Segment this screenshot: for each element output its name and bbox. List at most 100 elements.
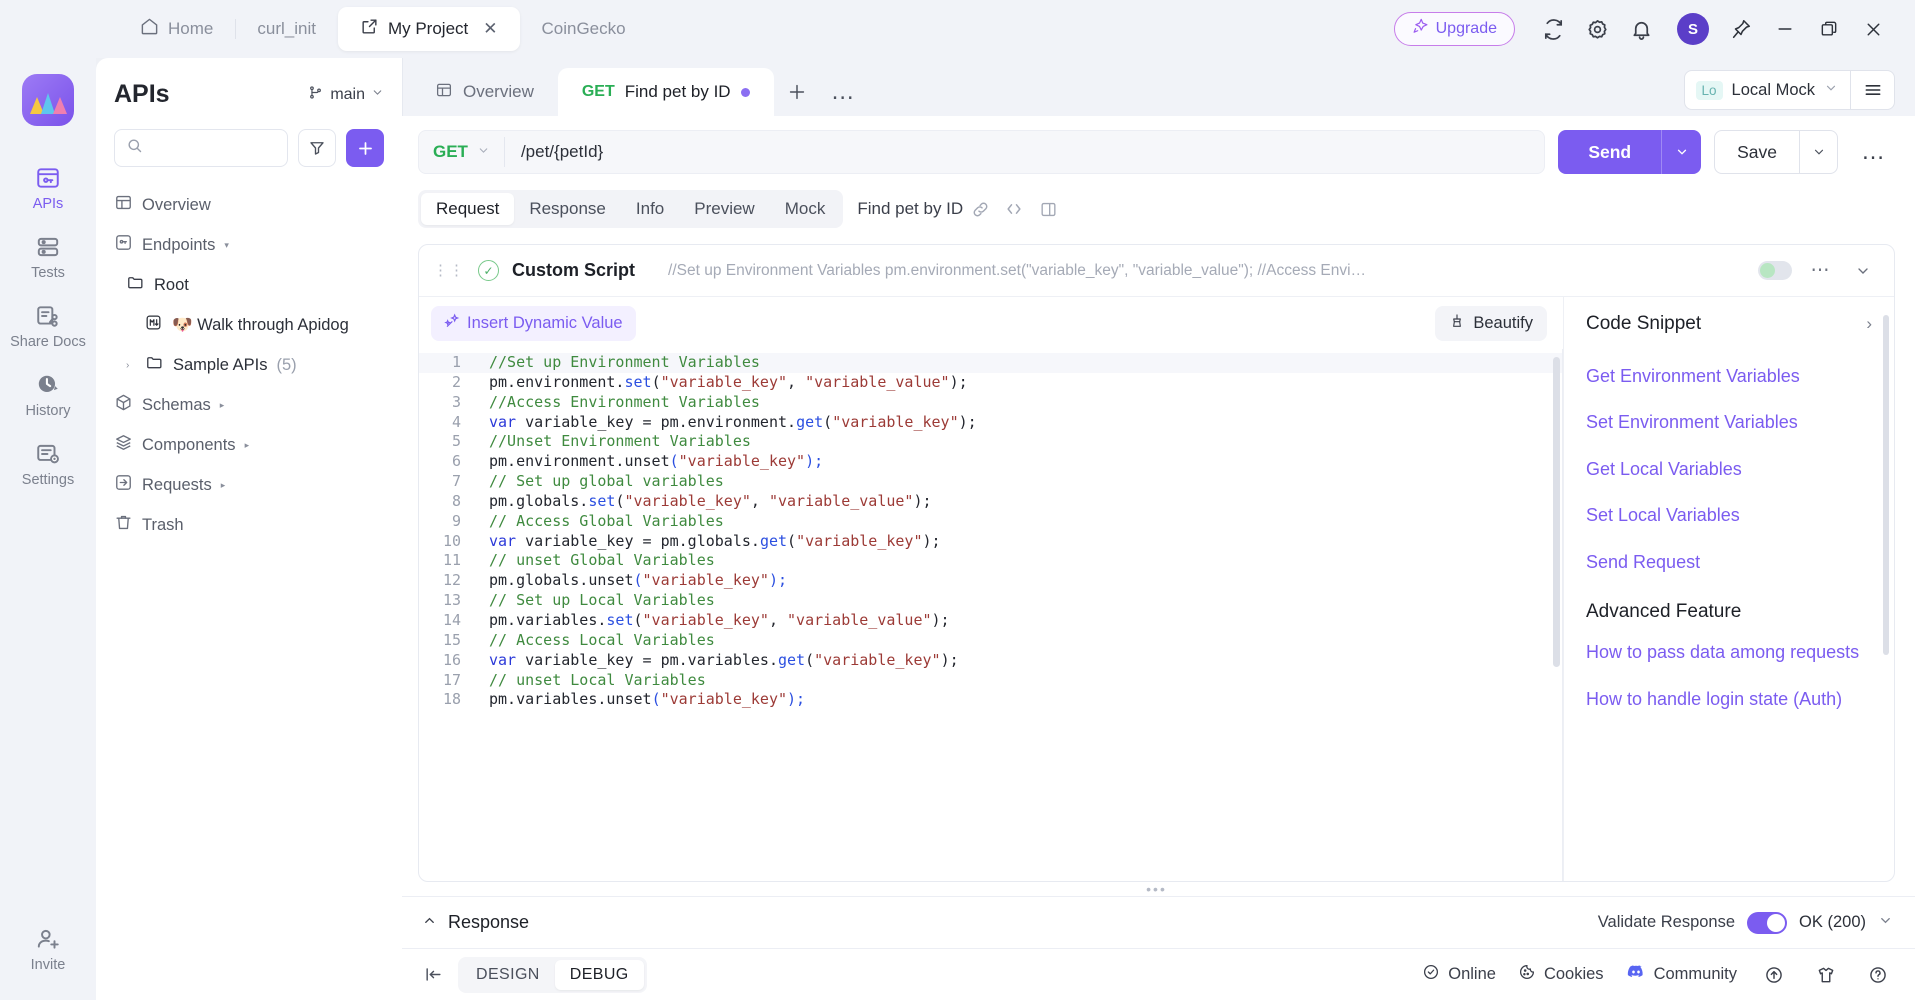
code-text[interactable]: var variable_key = pm.globals.get("varia…: [475, 532, 941, 552]
rail-item-invite[interactable]: Invite: [0, 917, 96, 986]
code-text[interactable]: pm.environment.set("variable_key", "vari…: [475, 373, 968, 393]
code-text[interactable]: //Access Environment Variables: [475, 393, 760, 413]
collapse-left-icon[interactable]: [416, 958, 450, 992]
send-button[interactable]: Send: [1558, 130, 1702, 174]
help-icon[interactable]: [1863, 960, 1893, 990]
environment-selector[interactable]: Lo Local Mock: [1683, 70, 1895, 110]
code-text[interactable]: // Set up global variables: [475, 472, 724, 492]
code-text[interactable]: // Access Global Variables: [475, 512, 724, 532]
code-text[interactable]: // Access Local Variables: [475, 631, 715, 651]
snippet-link-set-environment-variables[interactable]: Set Environment Variables: [1586, 399, 1872, 445]
chevron-right-icon[interactable]: ›: [1866, 314, 1872, 334]
window-tab-my-project[interactable]: My Project ✕: [337, 7, 520, 51]
environment-name-wrap[interactable]: Lo Local Mock: [1685, 80, 1850, 100]
drag-handle-icon[interactable]: ⋮⋮: [433, 263, 465, 278]
branch-selector[interactable]: main: [307, 84, 384, 106]
chevron-down-icon[interactable]: [1878, 913, 1893, 933]
tree-item-requests[interactable]: Requests ▸: [96, 465, 402, 505]
code-text[interactable]: var variable_key = pm.variables.get("var…: [475, 651, 959, 671]
code-text[interactable]: pm.globals.unset("variable_key");: [475, 571, 787, 591]
avatar[interactable]: S: [1677, 13, 1709, 45]
snippet-link-set-local-variables[interactable]: Set Local Variables: [1586, 492, 1872, 538]
tree-item-overview[interactable]: Overview: [96, 185, 402, 225]
filter-icon[interactable]: [298, 129, 336, 167]
code-text[interactable]: // unset Local Variables: [475, 671, 706, 691]
snippet-link-get-local-variables[interactable]: Get Local Variables: [1586, 446, 1872, 492]
save-dropdown-icon[interactable]: [1799, 131, 1837, 173]
tree-item-sample-apis[interactable]: › Sample APIs (5): [96, 345, 402, 385]
status-cookies[interactable]: Cookies: [1518, 963, 1604, 986]
window-tab-home[interactable]: Home: [118, 7, 237, 51]
search-input[interactable]: [114, 129, 288, 167]
code-text[interactable]: //Unset Environment Variables: [475, 432, 751, 452]
close-button[interactable]: [1851, 7, 1895, 51]
code-text[interactable]: // Set up Local Variables: [475, 591, 715, 611]
bell-icon[interactable]: [1619, 7, 1663, 51]
insert-dynamic-value-button[interactable]: Insert Dynamic Value: [431, 305, 636, 341]
snippet-link-send-request[interactable]: Send Request: [1586, 539, 1872, 585]
subtab-mock[interactable]: Mock: [770, 193, 841, 225]
panel-resize-handle[interactable]: •••: [418, 882, 1895, 896]
maximize-button[interactable]: [1807, 7, 1851, 51]
snippet-link-get-environment-variables[interactable]: Get Environment Variables: [1586, 353, 1872, 399]
code-icon[interactable]: [997, 192, 1031, 226]
url-bar[interactable]: GET /pet/{petId}: [418, 130, 1546, 174]
rail-item-history[interactable]: History: [0, 363, 96, 432]
tab-find-pet-by-id[interactable]: GET Find pet by ID: [557, 68, 774, 116]
snippet-scrollbar[interactable]: [1883, 315, 1889, 655]
check-icon[interactable]: ✓: [478, 260, 499, 281]
chevron-down-icon[interactable]: [1848, 256, 1878, 286]
refresh-icon[interactable]: [1531, 7, 1575, 51]
code-text[interactable]: //Set up Environment Variables: [475, 353, 760, 373]
rail-item-apis[interactable]: APIs: [0, 156, 96, 225]
tree-item-root[interactable]: Root: [96, 265, 402, 305]
code-text[interactable]: pm.variables.unset("variable_key");: [475, 690, 805, 710]
hamburger-icon[interactable]: [1850, 71, 1894, 109]
code-text[interactable]: var variable_key = pm.environment.get("v…: [475, 413, 977, 433]
close-icon[interactable]: ✕: [483, 19, 497, 39]
chevron-right-icon[interactable]: ›: [126, 360, 136, 371]
request-more-button[interactable]: …: [1851, 130, 1895, 174]
add-button[interactable]: [346, 129, 384, 167]
tree-item-schemas[interactable]: Schemas ▸: [96, 385, 402, 425]
code-text[interactable]: pm.environment.unset("variable_key");: [475, 452, 823, 472]
status-community[interactable]: Community: [1626, 962, 1737, 987]
mode-design[interactable]: DESIGN: [461, 960, 555, 990]
save-button[interactable]: Save: [1714, 130, 1838, 174]
pin-icon[interactable]: [1719, 7, 1763, 51]
validate-response-toggle[interactable]: [1747, 911, 1788, 934]
editor-scrollbar[interactable]: [1553, 357, 1560, 667]
upload-icon[interactable]: [1759, 960, 1789, 990]
shirt-icon[interactable]: [1811, 960, 1841, 990]
script-code-editor[interactable]: 1 //Set up Environment Variables 2 pm.envir…: [419, 349, 1563, 881]
chevron-up-icon[interactable]: [422, 913, 437, 933]
subtab-response[interactable]: Response: [514, 193, 621, 225]
script-more-icon[interactable]: ⋯: [1805, 256, 1835, 286]
url-input[interactable]: /pet/{petId}: [505, 142, 603, 162]
split-view-icon[interactable]: [1031, 192, 1065, 226]
script-enable-toggle[interactable]: [1758, 261, 1792, 280]
beautify-button[interactable]: Beautify: [1435, 305, 1547, 341]
chevron-right-icon[interactable]: ▸: [220, 400, 225, 411]
window-tab-coingecko[interactable]: CoinGecko: [520, 7, 648, 51]
method-selector[interactable]: GET: [419, 142, 504, 162]
tab-more-button[interactable]: …: [820, 68, 866, 116]
new-tab-button[interactable]: [774, 68, 820, 116]
code-text[interactable]: pm.globals.set("variable_key", "variable…: [475, 492, 932, 512]
link-icon[interactable]: [963, 192, 997, 226]
tab-overview[interactable]: Overview: [411, 68, 558, 116]
rail-item-tests[interactable]: Tests: [0, 225, 96, 294]
code-text[interactable]: pm.variables.set("variable_key", "variab…: [475, 611, 950, 631]
upgrade-button[interactable]: Upgrade: [1393, 12, 1515, 46]
gear-icon[interactable]: [1575, 7, 1619, 51]
window-tab-curl-init[interactable]: curl_init: [235, 7, 339, 51]
snippet-link-handle-login-state[interactable]: How to handle login state (Auth): [1586, 676, 1872, 722]
code-text[interactable]: // unset Global Variables: [475, 551, 715, 571]
chevron-right-icon[interactable]: ▸: [245, 440, 250, 451]
status-online[interactable]: Online: [1422, 963, 1496, 986]
tree-item-components[interactable]: Components ▸: [96, 425, 402, 465]
tree-item-trash[interactable]: Trash: [96, 505, 402, 545]
subtab-preview[interactable]: Preview: [679, 193, 769, 225]
rail-item-share-docs[interactable]: Share Docs: [0, 294, 96, 363]
rail-item-settings[interactable]: Settings: [0, 432, 96, 501]
